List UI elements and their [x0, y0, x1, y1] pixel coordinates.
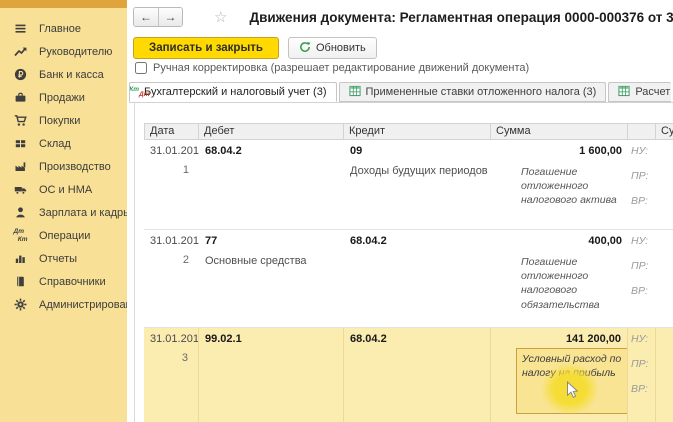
posting-date: 31.01.2019	[150, 145, 199, 157]
tab-deferred-tax-rates[interactable]: Примененные ставки отложенного налога (3…	[339, 82, 607, 102]
sidebar-item-warehouse[interactable]: Склад	[0, 132, 127, 155]
debit-account: 77	[205, 235, 344, 247]
sidebar-item-production[interactable]: Производство	[0, 155, 127, 178]
column-header-tax-labels[interactable]	[628, 124, 656, 139]
tax-label-nu: НУ:	[631, 333, 655, 345]
dtkt-icon: ДтКт	[13, 229, 28, 243]
cart-icon	[13, 114, 28, 128]
credit-account: 68.04.2	[350, 235, 491, 247]
cut-amount-cell	[656, 328, 673, 422]
sidebar-item-salary-hr[interactable]: Зарплата и кадры	[0, 201, 127, 224]
posting-number: 2	[150, 254, 199, 266]
posting-date: 31.01.2019	[150, 333, 198, 345]
tax-label-vr: ВР:	[631, 195, 656, 207]
page-title: Движения документа: Регламентная операци…	[249, 10, 673, 25]
column-header-amount-cut[interactable]: Су	[656, 124, 673, 139]
table-icon	[618, 85, 630, 100]
sidebar-item-directories[interactable]: Справочники	[0, 270, 127, 293]
debit-account: 99.02.1	[205, 333, 343, 345]
posting-number: 3	[150, 352, 198, 364]
manual-adjustment-label: Ручная корректировка (разрешает редактир…	[153, 62, 529, 74]
truck-icon	[13, 183, 28, 197]
posting-amount: 141 200,00	[491, 333, 627, 345]
posting-comment: Погашение отложенного налогового актива	[521, 165, 619, 208]
sidebar-item-purchases[interactable]: Покупки	[0, 109, 127, 132]
refresh-button[interactable]: Обновить	[288, 37, 377, 59]
tax-label-pr: ПР:	[631, 260, 656, 272]
sidebar-item-sales[interactable]: Продажи	[0, 86, 127, 109]
forward-button[interactable]: →	[158, 8, 182, 26]
bar-chart-icon	[13, 252, 28, 266]
table-row[interactable]: 31.01.2019 2 77 Основные средства 68.04.…	[144, 230, 673, 328]
debit-account: 68.04.2	[205, 145, 344, 157]
debit-subconto: Основные средства	[205, 255, 343, 267]
tax-label-nu: НУ:	[631, 145, 656, 157]
credit-account: 68.04.2	[350, 333, 490, 345]
sidebar-item-fixed-assets[interactable]: ОС и НМА	[0, 178, 127, 201]
column-header-debit[interactable]: Дебет	[199, 124, 344, 139]
sidebar-item-reports[interactable]: Отчеты	[0, 247, 127, 270]
refresh-icon	[299, 41, 311, 56]
menu-icon	[13, 22, 28, 36]
manual-adjustment-checkbox[interactable]	[135, 62, 147, 74]
gear-icon	[13, 298, 28, 312]
tax-label-vr: ВР:	[631, 383, 655, 395]
table-row-selected[interactable]: 31.01.2019 3 99.02.1 68.04.2 141 200,00 …	[144, 328, 673, 422]
person-icon	[13, 206, 28, 220]
posting-comment: Погашение отложенного налогового обязате…	[521, 255, 619, 312]
tax-label-vr: ВР:	[631, 285, 656, 297]
tax-label-pr: ПР:	[631, 170, 656, 182]
table-row[interactable]: 31.01.2019 1 68.04.2 09 Доходы будущих п…	[144, 140, 673, 230]
briefcase-icon	[13, 91, 28, 105]
tab-bar: ДтКт Бухгалтерский и налоговый учет (3) …	[129, 82, 673, 103]
table-header-row: Дата Дебет Кредит Сумма Су	[144, 123, 673, 140]
ruble-icon	[13, 68, 28, 82]
save-and-close-button[interactable]: Записать и закрыть	[133, 37, 279, 59]
credit-subconto: Доходы будущих периодов	[350, 165, 488, 177]
posting-amount: 1 600,00	[491, 145, 628, 157]
sidebar: Главное Руководителю Банк и касса Продаж…	[0, 0, 127, 422]
factory-icon	[13, 160, 28, 174]
column-header-amount[interactable]: Сумма	[491, 124, 628, 139]
sidebar-item-bank-cash[interactable]: Банк и касса	[0, 63, 127, 86]
history-nav: ← →	[133, 7, 183, 27]
cut-amount-cell	[656, 230, 673, 327]
credit-account: 09	[350, 145, 491, 157]
mouse-cursor	[566, 381, 579, 404]
column-header-date[interactable]: Дата	[144, 124, 199, 139]
sidebar-top-strip	[0, 0, 127, 8]
favorite-star-icon[interactable]: ☆	[214, 10, 227, 25]
table-icon	[349, 85, 361, 100]
grid-icon	[13, 137, 28, 151]
tax-label-pr: ПР:	[631, 358, 655, 370]
posting-date: 31.01.2019	[150, 235, 199, 247]
posting-number: 1	[150, 164, 199, 176]
posting-amount: 400,00	[491, 235, 628, 247]
back-button[interactable]: ←	[134, 8, 158, 26]
sidebar-item-main[interactable]: Главное	[0, 17, 127, 40]
postings-panel: Дата Дебет Кредит Сумма Су 31.01.2019 1 …	[134, 103, 673, 422]
tab-accounting-tax[interactable]: ДтКт Бухгалтерский и налоговый учет (3)	[129, 82, 337, 102]
sidebar-item-manager[interactable]: Руководителю	[0, 40, 127, 63]
main-area: ← → ☆ Движения документа: Регламентная о…	[127, 0, 673, 422]
sidebar-item-operations[interactable]: ДтКт Операции	[0, 224, 127, 247]
book-icon	[13, 275, 28, 289]
trend-icon	[13, 45, 28, 59]
sidebar-item-administration[interactable]: Администрирование	[0, 293, 127, 316]
selected-comment-cell[interactable]: Условный расход по налогу на прибыль	[516, 348, 628, 414]
tab-deferred-tax-calc[interactable]: Расчет отложенных налоговых акт	[608, 82, 671, 102]
cut-amount-cell	[656, 140, 673, 229]
postings-table: Дата Дебет Кредит Сумма Су 31.01.2019 1 …	[144, 123, 673, 422]
tax-label-nu: НУ:	[631, 235, 656, 247]
column-header-credit[interactable]: Кредит	[344, 124, 491, 139]
